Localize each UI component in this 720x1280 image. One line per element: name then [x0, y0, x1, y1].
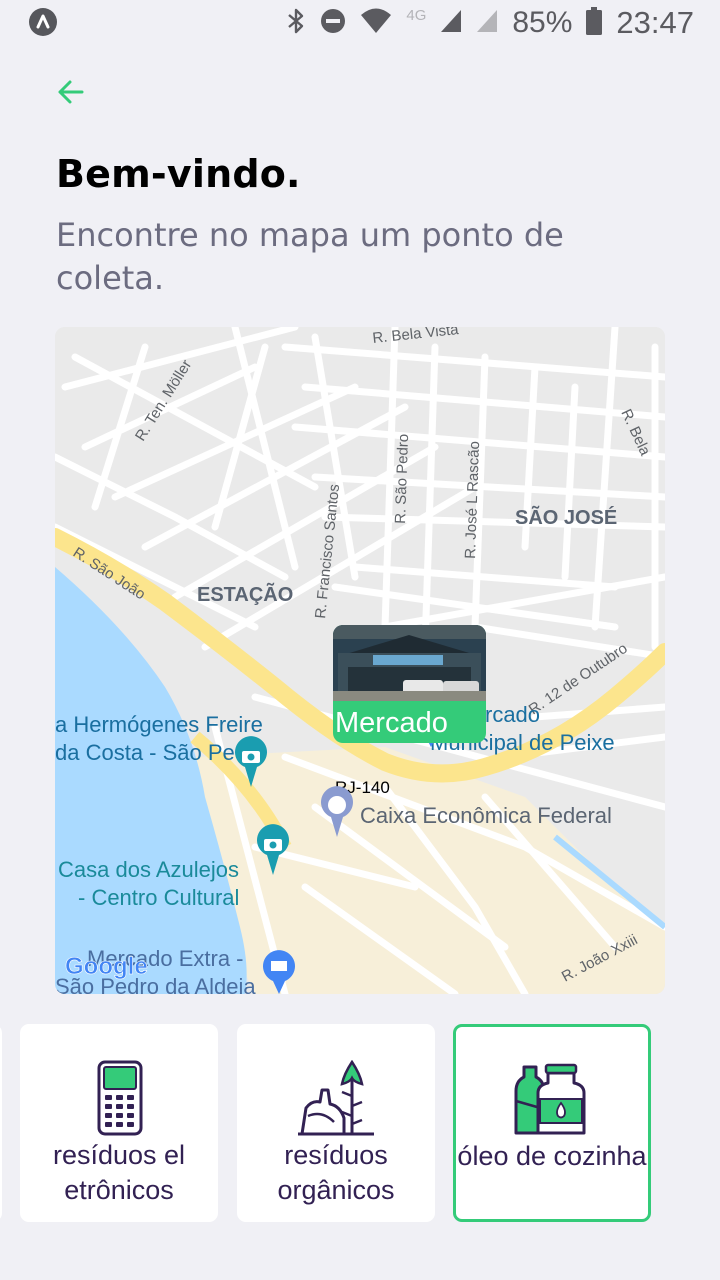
signal-icon: [440, 9, 462, 37]
place-label: Caixa Econômica Federal: [360, 803, 612, 828]
place-label: rcado: [485, 702, 540, 727]
network-type: 4G: [406, 6, 427, 24]
partial-card[interactable]: [0, 1024, 2, 1222]
place-label: da Costa - São Pedro: [55, 740, 267, 765]
item-card[interactable]: resíduos el etrônicos: [20, 1024, 218, 1222]
google-logo: Google: [65, 953, 148, 980]
clock: 23:47: [616, 5, 694, 40]
app-notification-icon: [29, 8, 57, 36]
oil-bottles-icon: [514, 1063, 586, 1135]
bluetooth-icon: [286, 7, 306, 39]
payment-terminal-icon: [97, 1060, 143, 1136]
item-label: resíduos orgânicos: [277, 1140, 395, 1205]
item-card[interactable]: resíduos orgânicos: [237, 1024, 435, 1222]
street-label: R. São Pedro: [392, 434, 412, 525]
battery-percent: 85%: [512, 6, 573, 39]
item-card-selected[interactable]: óleo de cozinha: [453, 1024, 651, 1222]
neighborhood-label: ESTAÇÃO: [197, 583, 293, 606]
place-label: Casa dos Azulejos: [58, 857, 239, 882]
arrow-left-icon: [58, 80, 84, 104]
page-title: Bem-vindo.: [56, 152, 301, 196]
item-label: resíduos el etrônicos: [52, 1140, 186, 1205]
map-marker[interactable]: Mercado: [333, 625, 486, 743]
signal-icon: [476, 9, 498, 37]
battery-icon: [586, 7, 603, 39]
items-list: resíduos el etrônicos resíduos orgânicos…: [0, 1022, 720, 1226]
page-subtitle: Encontre no mapa um ponto de coleta.: [56, 216, 564, 297]
place-label: - Centro Cultural: [78, 885, 239, 910]
organic-waste-icon: [298, 1060, 374, 1136]
status-bar: 4G 85% 23:47: [0, 0, 720, 46]
neighborhood-label: SÃO JOSÉ: [515, 506, 617, 529]
marker-label: Mercado: [335, 707, 448, 739]
back-button[interactable]: [52, 72, 92, 112]
place-label: a Hermógenes Freire: [55, 712, 263, 737]
marker-photo: [333, 625, 486, 701]
do-not-disturb-icon: [320, 8, 346, 38]
wifi-icon: [360, 8, 392, 38]
item-label: óleo de cozinha: [457, 1141, 647, 1171]
map-view[interactable]: R. Bela Vista R. Ten. Möller R. Bela R. …: [55, 327, 665, 994]
